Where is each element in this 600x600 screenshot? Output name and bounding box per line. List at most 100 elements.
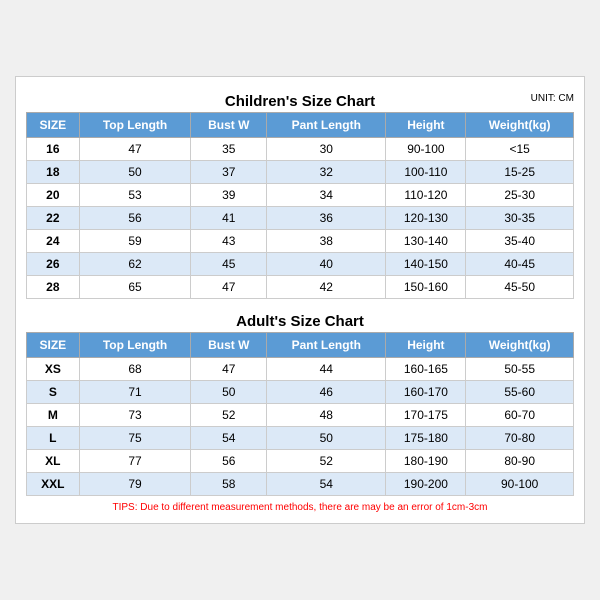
- table-cell: 55-60: [466, 381, 574, 404]
- table-cell: 40: [267, 253, 386, 276]
- table-cell: 44: [267, 358, 386, 381]
- table-cell: 56: [79, 207, 191, 230]
- table-cell: 50-55: [466, 358, 574, 381]
- table-cell: 40-45: [466, 253, 574, 276]
- table-cell: 25-30: [466, 184, 574, 207]
- table-cell: 50: [79, 161, 191, 184]
- table-cell: 73: [79, 404, 191, 427]
- col-header-weight: Weight(kg): [466, 113, 574, 138]
- col-header-height: Height: [386, 113, 466, 138]
- children-table: SIZE Top Length Bust W Pant Length Heigh…: [26, 112, 574, 299]
- table-cell: 150-160: [386, 276, 466, 299]
- table-cell: 65: [79, 276, 191, 299]
- table-cell: 15-25: [466, 161, 574, 184]
- children-title-text: Children's Size Chart: [225, 93, 375, 110]
- table-cell: 46: [267, 381, 386, 404]
- table-cell: 130-140: [386, 230, 466, 253]
- table-cell: 58: [191, 473, 267, 496]
- table-cell: 79: [79, 473, 191, 496]
- table-row: 20533934110-12025-30: [27, 184, 574, 207]
- table-cell: 71: [79, 381, 191, 404]
- adult-section-title: Adult's Size Chart: [26, 307, 574, 332]
- table-cell: 26: [27, 253, 80, 276]
- col-header-size-adult: SIZE: [27, 333, 80, 358]
- table-cell: 59: [79, 230, 191, 253]
- table-row: 28654742150-16045-50: [27, 276, 574, 299]
- table-cell: 62: [79, 253, 191, 276]
- table-row: 24594338130-14035-40: [27, 230, 574, 253]
- table-cell: M: [27, 404, 80, 427]
- table-cell: 50: [267, 427, 386, 450]
- col-header-bust-w-adult: Bust W: [191, 333, 267, 358]
- table-cell: 18: [27, 161, 80, 184]
- table-row: 1647353090-100<15: [27, 138, 574, 161]
- table-row: S715046160-17055-60: [27, 381, 574, 404]
- table-cell: 43: [191, 230, 267, 253]
- table-cell: 32: [267, 161, 386, 184]
- table-cell: 47: [79, 138, 191, 161]
- table-cell: 35: [191, 138, 267, 161]
- table-cell: 16: [27, 138, 80, 161]
- table-cell: 75: [79, 427, 191, 450]
- table-cell: 41: [191, 207, 267, 230]
- table-cell: 47: [191, 276, 267, 299]
- adult-title-text: Adult's Size Chart: [236, 313, 364, 330]
- table-cell: 68: [79, 358, 191, 381]
- table-cell: 60-70: [466, 404, 574, 427]
- table-cell: 190-200: [386, 473, 466, 496]
- table-cell: 28: [27, 276, 80, 299]
- table-cell: 37: [191, 161, 267, 184]
- table-cell: 48: [267, 404, 386, 427]
- table-row: M735248170-17560-70: [27, 404, 574, 427]
- table-cell: 22: [27, 207, 80, 230]
- table-cell: 54: [191, 427, 267, 450]
- table-cell: <15: [466, 138, 574, 161]
- col-header-top-length-adult: Top Length: [79, 333, 191, 358]
- table-cell: 90-100: [386, 138, 466, 161]
- table-cell: 54: [267, 473, 386, 496]
- col-header-pant-length-adult: Pant Length: [267, 333, 386, 358]
- table-cell: 30-35: [466, 207, 574, 230]
- table-cell: 70-80: [466, 427, 574, 450]
- col-header-pant-length: Pant Length: [267, 113, 386, 138]
- table-cell: XS: [27, 358, 80, 381]
- table-cell: 90-100: [466, 473, 574, 496]
- children-header-row: SIZE Top Length Bust W Pant Length Heigh…: [27, 113, 574, 138]
- table-row: 18503732100-11015-25: [27, 161, 574, 184]
- table-cell: 47: [191, 358, 267, 381]
- table-cell: 120-130: [386, 207, 466, 230]
- table-row: 22564136120-13030-35: [27, 207, 574, 230]
- table-cell: XXL: [27, 473, 80, 496]
- tips-text: TIPS: Due to different measurement metho…: [26, 502, 574, 513]
- table-cell: 110-120: [386, 184, 466, 207]
- table-row: XXL795854190-20090-100: [27, 473, 574, 496]
- table-cell: 180-190: [386, 450, 466, 473]
- table-row: XL775652180-19080-90: [27, 450, 574, 473]
- children-section-title: Children's Size Chart UNIT: CM: [26, 87, 574, 112]
- col-header-size: SIZE: [27, 113, 80, 138]
- table-cell: 80-90: [466, 450, 574, 473]
- adult-table: SIZE Top Length Bust W Pant Length Heigh…: [26, 332, 574, 496]
- table-cell: 160-165: [386, 358, 466, 381]
- table-cell: 100-110: [386, 161, 466, 184]
- table-row: 26624540140-15040-45: [27, 253, 574, 276]
- table-cell: 24: [27, 230, 80, 253]
- table-cell: 38: [267, 230, 386, 253]
- table-cell: 45: [191, 253, 267, 276]
- table-row: XS684744160-16550-55: [27, 358, 574, 381]
- table-cell: 175-180: [386, 427, 466, 450]
- chart-container: Children's Size Chart UNIT: CM SIZE Top …: [15, 76, 585, 524]
- table-cell: S: [27, 381, 80, 404]
- table-cell: 39: [191, 184, 267, 207]
- table-cell: 160-170: [386, 381, 466, 404]
- table-cell: 50: [191, 381, 267, 404]
- table-cell: 45-50: [466, 276, 574, 299]
- table-cell: 36: [267, 207, 386, 230]
- col-header-top-length: Top Length: [79, 113, 191, 138]
- table-cell: 52: [267, 450, 386, 473]
- table-cell: 20: [27, 184, 80, 207]
- col-header-height-adult: Height: [386, 333, 466, 358]
- table-cell: 170-175: [386, 404, 466, 427]
- table-cell: 42: [267, 276, 386, 299]
- table-cell: 56: [191, 450, 267, 473]
